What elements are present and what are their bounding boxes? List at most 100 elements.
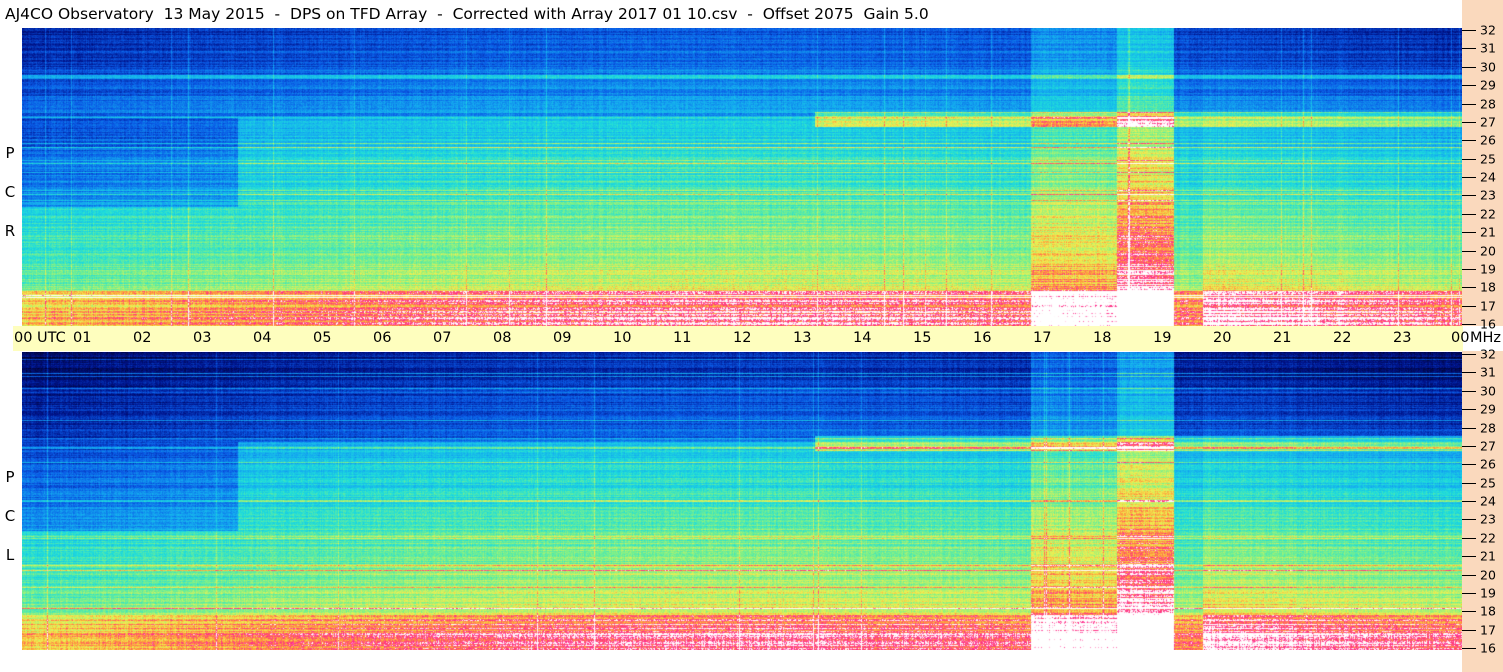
y-tick-label: 24 [1480,169,1496,185]
y-tick-label: 29 [1480,77,1496,93]
y-tick [1462,66,1476,68]
y-tick-label: 16 [1480,316,1496,332]
y-tick-label: 23 [1480,511,1496,527]
y-tick-label: 23 [1480,187,1496,203]
utc-time-axis: UTC MHz 00 01 02 03 04 05 06 07 08 09 10 11 12 13 14 15… [13,326,1501,351]
y-axis-unit: MHz [1470,330,1502,346]
x-tick-label: 14 [853,330,872,346]
x-tick-label: 01 [73,330,92,346]
y-tick [1462,611,1476,613]
y-tick [1462,501,1476,502]
x-tick-label: 17 [1033,330,1052,346]
x-tick-label: 15 [913,330,932,346]
y-tick-label: 25 [1480,475,1496,491]
y-tick-label: 24 [1480,493,1496,509]
y-tick [1462,103,1476,105]
y-tick [1462,482,1476,484]
panel-label-letter: C [4,506,16,525]
panel-label-letter: P [5,468,15,487]
y-tick [1462,250,1476,252]
y-tick-label: 32 [1480,22,1496,38]
y-tick [1462,537,1476,539]
y-tick [1462,30,1476,31]
y-tick [1462,140,1476,142]
y-tick-label: 18 [1480,279,1496,295]
panel-label-lcp: L CP [0,352,20,650]
y-tick-label: 16 [1480,640,1496,656]
x-tick-label: 12 [733,330,752,346]
y-tick [1462,195,1476,197]
y-tick-label: 26 [1480,132,1496,148]
y-tick [1462,648,1476,649]
y-tick [1462,324,1476,325]
y-tick-label: 19 [1480,261,1496,277]
spectrogram-rcp [22,28,1462,326]
x-tick-label: 08 [493,330,512,346]
y-tick [1462,556,1476,558]
y-tick [1462,213,1476,215]
y-tick-label: 28 [1480,420,1496,435]
x-tick-label: 11 [673,330,692,346]
y-tick [1462,409,1476,411]
spectrogram-canvas-lcp [22,352,1462,650]
x-tick-label: 21 [1273,330,1292,346]
y-tick-label: 22 [1480,530,1496,546]
panel-label-rcp: R CP [0,28,20,326]
y-tick-label: 28 [1480,96,1496,111]
y-tick-label: 17 [1480,622,1496,638]
y-tick [1462,574,1476,576]
y-tick-label: 27 [1480,114,1496,130]
y-tick-label: 18 [1480,603,1496,619]
y-tick-label: 31 [1480,364,1496,380]
y-tick [1462,427,1476,429]
x-tick-label: 04 [253,330,272,346]
x-tick-label: 16 [973,330,992,346]
x-tick-label: 00 [14,330,33,346]
x-tick-label: 18 [1093,330,1112,346]
y-tick [1462,372,1476,374]
x-tick-label: 22 [1333,330,1352,346]
chart-title: AJ4CO Observatory 13 May 2015 - DPS on T… [5,5,929,23]
panel-label-letter: R [4,221,16,240]
y-tick-label: 29 [1480,401,1496,417]
y-tick [1462,48,1476,50]
y-tick-label: 20 [1480,567,1496,582]
y-tick-label: 30 [1480,59,1496,75]
y-tick-label: 27 [1480,438,1496,454]
y-tick-label: 22 [1480,206,1496,222]
x-tick-label: 13 [793,330,812,346]
x-tick-label: 10 [613,330,632,346]
y-tick-label: 21 [1480,548,1496,564]
y-tick-label: 31 [1480,40,1496,56]
x-tick-label: 09 [553,330,572,346]
frequency-axis-lcp: 16 17 18 19 20 21 22 23 24 25 26 27 28 29 30 31 32 [1462,347,1503,672]
panel-label-letter: C [4,182,16,201]
y-tick [1462,592,1476,594]
y-tick-label: 32 [1480,346,1496,362]
y-tick-label: 20 [1480,243,1496,258]
spectrogram-canvas-rcp [22,28,1462,326]
y-tick [1462,445,1476,447]
x-tick-label: 02 [133,330,152,346]
y-tick [1462,464,1476,466]
spectrogram-lcp [22,352,1462,650]
x-tick-label: 23 [1393,330,1412,346]
y-tick [1462,305,1476,307]
x-tick-label: 19 [1153,330,1172,346]
y-tick-label: 30 [1480,383,1496,399]
y-tick [1462,158,1476,160]
y-tick [1462,519,1476,521]
x-tick-label: 03 [193,330,212,346]
y-tick [1462,287,1476,289]
y-tick-label: 17 [1480,298,1496,314]
x-axis-label: UTC [37,330,66,346]
y-tick [1462,390,1476,392]
y-tick [1462,177,1476,178]
x-tick-label: 00 [1451,330,1470,346]
x-tick-label: 06 [373,330,392,346]
y-tick-label: 21 [1480,224,1496,240]
x-tick-label: 05 [313,330,332,346]
y-tick-label: 25 [1480,151,1496,167]
y-tick-label: 19 [1480,585,1496,601]
frequency-axis-rcp: 16 17 18 19 20 21 22 23 24 25 26 27 28 29 30 31 32 [1462,0,1503,332]
